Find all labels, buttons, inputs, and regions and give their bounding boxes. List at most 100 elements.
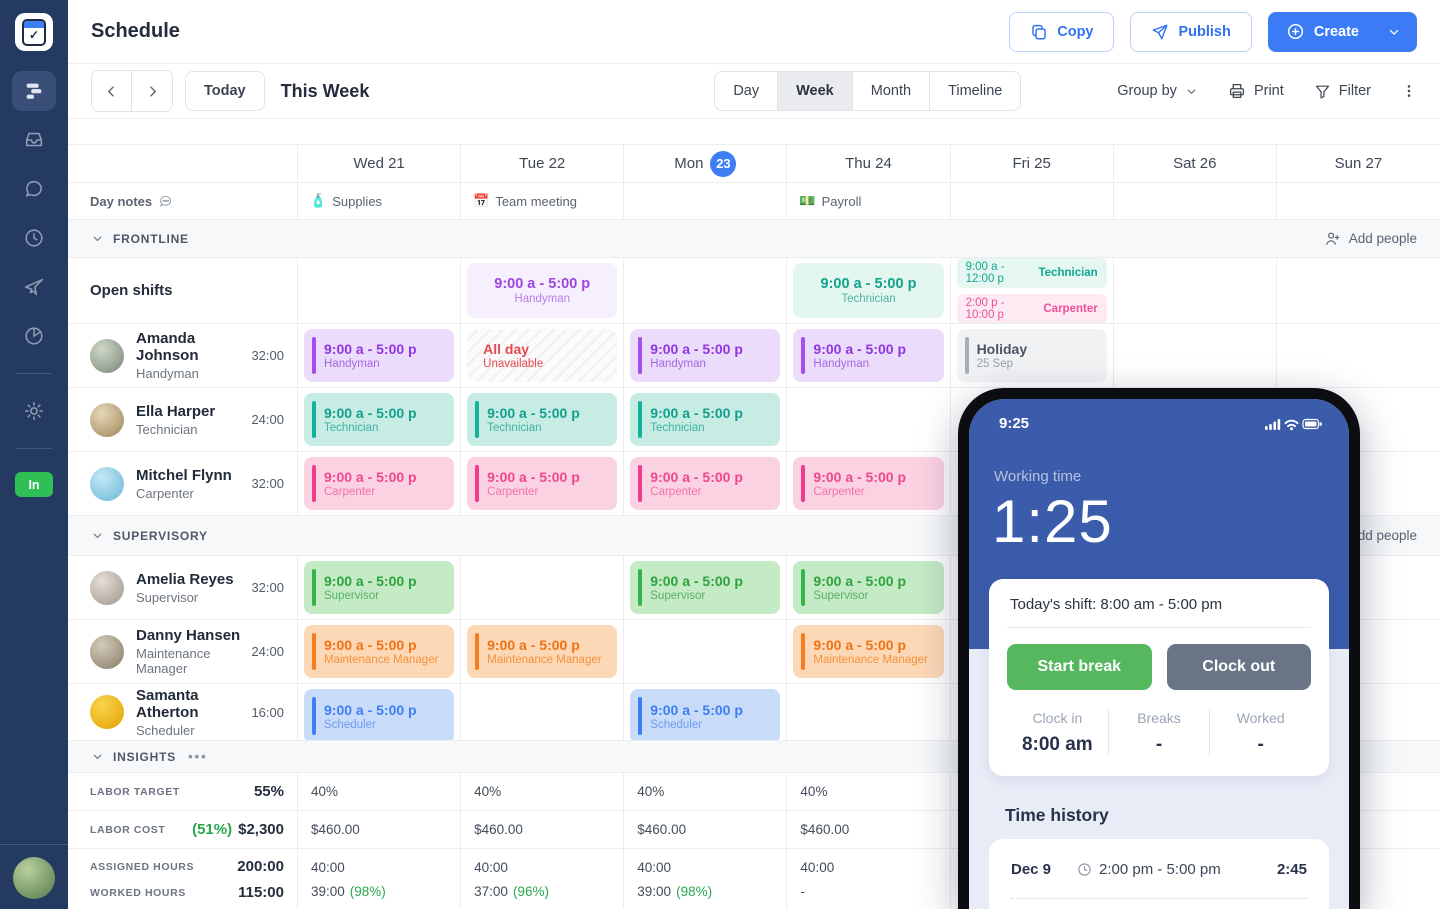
day-header-thu[interactable]: Thu 24: [787, 145, 950, 182]
day-cell[interactable]: 9:00 a - 5:00 p Carpenter: [787, 452, 950, 515]
tab-timeline[interactable]: Timeline: [930, 72, 1020, 110]
day-note-cell[interactable]: 🧴Supplies: [298, 183, 461, 219]
next-week-button[interactable]: [132, 71, 172, 111]
copy-button[interactable]: Copy: [1009, 12, 1114, 52]
add-people-button[interactable]: Add people: [1324, 230, 1417, 247]
day-header-mon-today[interactable]: Mon23: [624, 145, 787, 182]
user-avatar[interactable]: [13, 857, 55, 899]
day-header-sat[interactable]: Sat 26: [1114, 145, 1277, 182]
day-cell[interactable]: 9:00 a - 5:00 p Technician: [624, 388, 787, 451]
shift-chip[interactable]: 9:00 a - 5:00 p Supervisor: [630, 561, 780, 614]
day-cell[interactable]: [1277, 324, 1440, 387]
print-button[interactable]: Print: [1228, 82, 1284, 100]
sidebar-item-reports[interactable]: [12, 316, 56, 356]
start-break-button[interactable]: Start break: [1007, 644, 1152, 690]
shift-chip[interactable]: 9:00 a - 5:00 p Carpenter: [630, 457, 780, 510]
open-shift-chip[interactable]: 2:00 p - 10:00 p Carpenter: [957, 294, 1107, 324]
shift-chip[interactable]: 9:00 a - 5:00 p Carpenter: [793, 457, 943, 510]
person-row-header[interactable]: Ella Harper Technician 24:00: [68, 388, 298, 451]
open-shift-chip[interactable]: 9:00 a - 12:00 p Technician: [957, 258, 1107, 288]
shift-chip[interactable]: 9:00 a - 5:00 p Maintenance Manager: [467, 625, 617, 678]
today-button[interactable]: Today: [185, 71, 265, 111]
day-cell[interactable]: 9:00 a - 5:00 p Technician: [461, 388, 624, 451]
person-row-header[interactable]: Samanta Atherton Scheduler 16:00: [68, 684, 298, 740]
unavailable-chip[interactable]: All day Unavailable: [467, 329, 617, 382]
sidebar-item-time-clock[interactable]: [12, 218, 56, 258]
day-cell[interactable]: 9:00 a - 5:00 p Maintenance Manager: [298, 620, 461, 683]
day-cell[interactable]: 9:00 a - 5:00 p Supervisor: [787, 556, 950, 619]
shift-chip[interactable]: 9:00 a - 5:00 p Maintenance Manager: [304, 625, 454, 678]
chevron-down-icon[interactable]: [91, 529, 104, 542]
open-shift-chip[interactable]: 9:00 a - 5:00 p Technician: [793, 263, 943, 318]
day-cell[interactable]: Holiday 25 Sep: [951, 324, 1114, 387]
sidebar-item-time-off[interactable]: [12, 267, 56, 307]
publish-button[interactable]: Publish: [1130, 12, 1251, 52]
day-header-tue[interactable]: Tue 22: [461, 145, 624, 182]
day-note-cell[interactable]: 💵Payroll: [787, 183, 950, 219]
day-cell[interactable]: 9:00 a - 5:00 p Handyman: [787, 324, 950, 387]
person-row-header[interactable]: Danny Hansen Maintenance Manager 24:00: [68, 620, 298, 683]
tab-day[interactable]: Day: [715, 72, 778, 110]
day-note-cell[interactable]: [1277, 183, 1440, 219]
chevron-down-icon[interactable]: [1387, 25, 1401, 39]
sidebar-item-settings[interactable]: [12, 391, 56, 431]
sidebar-item-schedule[interactable]: [12, 71, 56, 111]
sidebar-item-inbox[interactable]: [12, 120, 56, 160]
day-cell[interactable]: 9:00 a - 12:00 p Technician 2:00 p - 10:…: [951, 258, 1114, 323]
clock-out-button[interactable]: Clock out: [1167, 644, 1312, 690]
person-row-header[interactable]: Amanda Johnson Handyman 32:00: [68, 324, 298, 387]
day-cell[interactable]: 9:00 a - 5:00 p Handyman: [461, 258, 624, 323]
shift-chip[interactable]: 9:00 a - 5:00 p Handyman: [304, 329, 454, 382]
create-button[interactable]: Create: [1268, 12, 1417, 52]
day-cell[interactable]: 9:00 a - 5:00 p Carpenter: [624, 452, 787, 515]
day-cell[interactable]: 9:00 a - 5:00 p Supervisor: [298, 556, 461, 619]
group-by-dropdown[interactable]: Group by: [1117, 83, 1198, 99]
sidebar-item-chat[interactable]: [12, 169, 56, 209]
holiday-chip[interactable]: Holiday 25 Sep: [957, 329, 1107, 382]
shift-chip[interactable]: 9:00 a - 5:00 p Supervisor: [304, 561, 454, 614]
day-header-sun[interactable]: Sun 27: [1277, 145, 1440, 182]
day-cell[interactable]: 9:00 a - 5:00 p Carpenter: [298, 452, 461, 515]
day-note-cell[interactable]: 📅Team meeting: [461, 183, 624, 219]
day-cell[interactable]: 9:00 a - 5:00 p Handyman: [298, 324, 461, 387]
shift-chip[interactable]: 9:00 a - 5:00 p Carpenter: [304, 457, 454, 510]
shift-chip[interactable]: 9:00 a - 5:00 p Handyman: [630, 329, 780, 382]
day-header-fri[interactable]: Fri 25: [951, 145, 1114, 182]
shift-chip[interactable]: 9:00 a - 5:00 p Handyman: [793, 329, 943, 382]
person-row-header[interactable]: Amelia Reyes Supervisor 32:00: [68, 556, 298, 619]
day-cell[interactable]: [624, 620, 787, 683]
insights-more-icon[interactable]: •••: [188, 749, 208, 764]
chevron-down-icon[interactable]: [91, 232, 104, 245]
open-shift-chip[interactable]: 9:00 a - 5:00 p Handyman: [467, 263, 617, 318]
shift-chip[interactable]: 9:00 a - 5:00 p Technician: [304, 393, 454, 446]
day-header-wed[interactable]: Wed 21: [298, 145, 461, 182]
day-cell[interactable]: [1114, 258, 1277, 323]
day-note-cell[interactable]: [951, 183, 1114, 219]
person-row-header[interactable]: Mitchel Flynn Carpenter 32:00: [68, 452, 298, 515]
shift-chip[interactable]: 9:00 a - 5:00 p Supervisor: [793, 561, 943, 614]
filter-button[interactable]: Filter: [1314, 83, 1371, 100]
day-cell[interactable]: 9:00 a - 5:00 p Carpenter: [461, 452, 624, 515]
tab-week[interactable]: Week: [778, 72, 853, 110]
day-cell[interactable]: [787, 388, 950, 451]
day-cell[interactable]: [1114, 324, 1277, 387]
app-logo[interactable]: ✓: [15, 13, 53, 51]
day-cell[interactable]: All day Unavailable: [461, 324, 624, 387]
shift-chip[interactable]: 9:00 a - 5:00 p Maintenance Manager: [793, 625, 943, 678]
shift-chip[interactable]: 9:00 a - 5:00 p Scheduler: [630, 689, 780, 740]
shift-chip[interactable]: 9:00 a - 5:00 p Carpenter: [467, 457, 617, 510]
day-cell[interactable]: [298, 258, 461, 323]
shift-chip[interactable]: 9:00 a - 5:00 p Scheduler: [304, 689, 454, 740]
day-cell[interactable]: [624, 258, 787, 323]
day-note-cell[interactable]: [624, 183, 787, 219]
tab-month[interactable]: Month: [853, 72, 930, 110]
day-cell[interactable]: 9:00 a - 5:00 p Technician: [298, 388, 461, 451]
chevron-down-icon[interactable]: [91, 750, 104, 763]
shift-chip[interactable]: 9:00 a - 5:00 p Technician: [467, 393, 617, 446]
day-cell[interactable]: 9:00 a - 5:00 p Scheduler: [298, 684, 461, 740]
prev-week-button[interactable]: [92, 71, 132, 111]
day-note-cell[interactable]: [1114, 183, 1277, 219]
clocked-in-badge[interactable]: In: [15, 472, 53, 497]
day-cell[interactable]: [1277, 258, 1440, 323]
day-cell[interactable]: [461, 556, 624, 619]
